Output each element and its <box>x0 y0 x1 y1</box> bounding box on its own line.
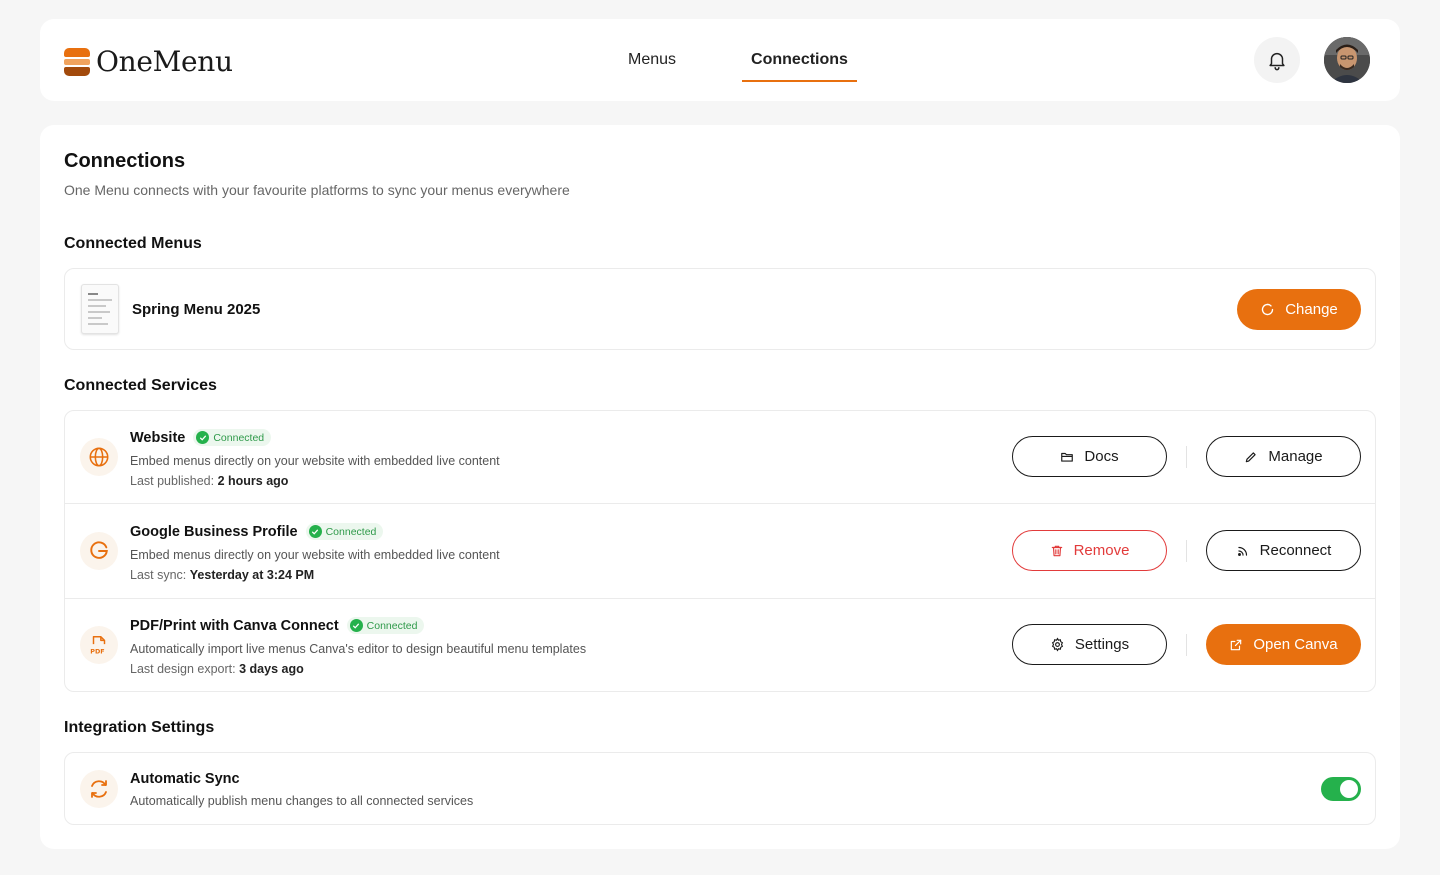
auto-sync-card: Automatic Sync Automatically publish men… <box>64 752 1376 825</box>
notifications-button[interactable] <box>1254 37 1300 83</box>
signal-icon <box>1237 546 1247 556</box>
pdf-icon: PDF <box>90 636 106 655</box>
status-badge: Connected <box>193 429 272 446</box>
service-description: Embed menus directly on your website wit… <box>130 548 500 562</box>
service-title-google: Google Business Profile Connected <box>130 523 384 540</box>
nav-tab-connections[interactable]: Connections <box>742 19 857 101</box>
status-badge: Connected <box>346 617 425 634</box>
service-description: Automatically import live menus Canva's … <box>130 642 587 656</box>
pencil-icon <box>1246 451 1257 462</box>
service-row-website: Website Connected Embed menus directly o… <box>65 411 1375 504</box>
connected-menu-card: Spring Menu 2025 Change <box>64 268 1376 350</box>
service-icon-sync <box>80 770 118 808</box>
service-description: Embed menus directly on your website wit… <box>130 454 500 468</box>
page-subtitle: One Menu connects with your favourite pl… <box>64 182 570 198</box>
change-menu-button[interactable]: Change <box>1237 289 1361 330</box>
top-header: OneMenu Menus Connections <box>40 19 1400 101</box>
folder-icon <box>1061 452 1074 462</box>
svg-text:PDF: PDF <box>90 647 104 655</box>
auto-sync-description: Automatically publish menu changes to al… <box>130 794 474 808</box>
service-title-website: Website Connected <box>130 429 272 446</box>
service-row-canva: PDF PDF/Print with Canva Connect Connect… <box>65 599 1375 692</box>
remove-button[interactable]: Remove <box>1012 530 1167 571</box>
check-icon <box>308 525 322 538</box>
bell-icon <box>1269 52 1285 71</box>
service-row-google: Google Business Profile Connected Embed … <box>65 504 1375 599</box>
services-card: Website Connected Embed menus directly o… <box>64 410 1376 692</box>
docs-button[interactable]: Docs <box>1012 436 1167 477</box>
main-nav: Menus Connections <box>40 19 1400 101</box>
connected-services-title: Connected Services <box>64 377 217 394</box>
trash-icon <box>1051 545 1062 556</box>
service-icon-google <box>80 532 118 570</box>
manage-button[interactable]: Manage <box>1206 436 1361 477</box>
page-title: Connections <box>64 150 186 172</box>
menu-thumbnail <box>81 284 119 334</box>
check-icon <box>349 619 363 632</box>
service-icon-website <box>80 438 118 476</box>
menu-name: Spring Menu 2025 <box>132 301 261 318</box>
action-divider <box>1186 634 1187 656</box>
service-name: PDF/Print with Canva Connect <box>130 617 339 634</box>
google-icon <box>90 541 108 559</box>
reconnect-button[interactable]: Reconnect <box>1206 530 1361 571</box>
refresh-icon <box>1262 303 1274 316</box>
main-panel: Connections One Menu connects with your … <box>40 125 1400 849</box>
service-meta: Last design export: 3 days ago <box>130 662 304 676</box>
connected-menus-title: Connected Menus <box>64 235 202 252</box>
service-title-canva: PDF/Print with Canva Connect Connected <box>130 617 425 634</box>
open-canva-button[interactable]: Open Canva <box>1206 624 1361 665</box>
service-meta: Last published: 2 hours ago <box>130 474 289 488</box>
nav-tab-menus[interactable]: Menus <box>600 19 704 101</box>
toggle-knob <box>1340 780 1358 798</box>
service-meta: Last sync: Yesterday at 3:24 PM <box>130 568 315 582</box>
external-link-icon <box>1231 639 1242 650</box>
service-name: Google Business Profile <box>130 523 298 540</box>
auto-sync-toggle[interactable] <box>1321 777 1361 801</box>
globe-icon <box>89 447 109 467</box>
settings-button[interactable]: Settings <box>1012 624 1167 665</box>
action-divider <box>1186 540 1187 562</box>
status-badge: Connected <box>305 523 384 540</box>
service-icon-pdf: PDF <box>80 626 118 664</box>
service-name: Website <box>130 429 186 446</box>
action-divider <box>1186 446 1187 468</box>
integration-settings-title: Integration Settings <box>64 719 215 736</box>
check-icon <box>196 431 210 444</box>
gear-icon <box>1051 637 1063 652</box>
auto-sync-title: Automatic Sync <box>130 771 240 787</box>
change-menu-label: Change <box>1285 301 1338 318</box>
user-avatar[interactable] <box>1324 37 1370 83</box>
sync-icon <box>91 780 107 798</box>
